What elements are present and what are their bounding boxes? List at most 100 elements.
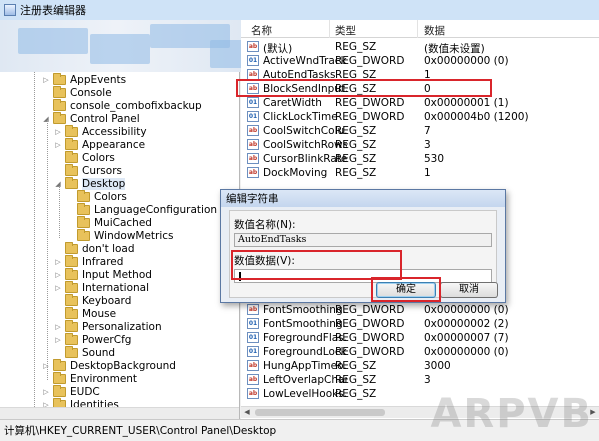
regedit-app-icon: [4, 4, 16, 16]
window-titlebar[interactable]: 注册表编辑器: [0, 0, 599, 20]
cancel-button[interactable]: 取消: [440, 282, 498, 298]
statusbar-path: 计算机\HKEY_CURRENT_USER\Control Panel\Desk…: [4, 425, 277, 437]
tree-item-label: DesktopBackground: [70, 359, 176, 372]
tree-item-label: PowerCfg: [82, 333, 132, 346]
tree-item-label: International: [82, 281, 150, 294]
window-title: 注册表编辑器: [20, 4, 86, 17]
tree-item[interactable]: ▷ Input Method: [54, 267, 152, 281]
tree-item[interactable]: ▷ Personalization: [54, 319, 162, 333]
registry-value-row[interactable]: ab CoolSwitchColu... REG_SZ 7: [241, 124, 599, 138]
tree-item[interactable]: MuiCached: [66, 215, 152, 229]
scroll-thumb[interactable]: [255, 409, 385, 416]
registry-value-row[interactable]: ab DockMoving REG_SZ 1: [241, 166, 599, 180]
tree-item[interactable]: Sound: [54, 345, 116, 359]
expand-arrow-icon[interactable]: ▷: [42, 76, 50, 84]
registry-value-row[interactable]: ab LeftOverlapChars REG_SZ 3: [241, 373, 599, 387]
value-data: 0x00000007 (7): [424, 332, 509, 344]
tree-guide-line: [34, 72, 35, 419]
value-data: 1: [424, 167, 431, 179]
expand-arrow-icon[interactable]: ▷: [54, 336, 62, 344]
tree-item[interactable]: don't load: [54, 241, 135, 255]
column-header-type[interactable]: 类型: [335, 23, 356, 38]
registry-value-row[interactable]: ab (默认) REG_SZ (数值未设置): [241, 40, 599, 55]
expand-arrow-icon[interactable]: ▷: [42, 362, 50, 370]
registry-value-row[interactable]: 01ForegroundLock...REG_DWORD0x00000000 (…: [241, 345, 599, 359]
tree-item[interactable]: Console: [42, 85, 112, 99]
value-data: 0x000004b0 (1200): [424, 111, 529, 123]
tree-item-label: don't load: [82, 242, 135, 255]
tree-item[interactable]: Colors: [66, 189, 127, 203]
column-header-data[interactable]: 数据: [424, 23, 445, 38]
tree-item-label: Control Panel: [70, 112, 140, 125]
expand-arrow-icon[interactable]: ▷: [42, 388, 50, 396]
tree-item[interactable]: ▷ DesktopBackground: [42, 358, 176, 372]
folder-icon: [65, 306, 78, 319]
expand-arrow-icon[interactable]: ▷: [54, 284, 62, 292]
tree-item[interactable]: Colors: [54, 150, 115, 164]
expand-arrow-icon[interactable]: ▷: [54, 271, 62, 279]
registry-value-row[interactable]: 01 ClickLockTime REG_DWORD 0x000004b0 (1200…: [241, 110, 599, 124]
tree-item-label: Environment: [70, 372, 138, 385]
registry-value-row[interactable]: ab HungAppTimeo... REG_SZ 3000: [241, 359, 599, 373]
expand-arrow-icon[interactable]: ▷: [54, 258, 62, 266]
tree-item[interactable]: ◢ Control Panel: [42, 111, 140, 125]
value-type: REG_DWORD: [335, 318, 405, 330]
tree-item[interactable]: Mouse: [54, 306, 116, 320]
folder-icon: [65, 293, 78, 306]
string-value-icon: ab: [247, 153, 259, 164]
tree-item[interactable]: ▷ EUDC: [42, 384, 100, 398]
folder-icon: [53, 98, 66, 111]
registry-value-row[interactable]: ab FontSmoothing... REG_DWORD 0x00000000 (0…: [241, 303, 599, 317]
registry-tree[interactable]: ▷ AppEvents Console console_combofixbackup ◢…: [0, 72, 240, 419]
registry-value-row[interactable]: ab CoolSwitchRows REG_SZ 3: [241, 138, 599, 152]
folder-icon: [65, 163, 78, 176]
registry-value-row[interactable]: 01 ForegroundFlas... REG_DWORD 0x00000007 (…: [241, 331, 599, 345]
registry-value-row[interactable]: 01 CaretWidth REG_DWORD 0x00000001 (1): [241, 96, 599, 110]
expand-arrow-icon[interactable]: ▷: [54, 323, 62, 331]
tree-item[interactable]: ▷ PowerCfg: [54, 332, 132, 346]
tree-item[interactable]: Environment: [42, 371, 138, 385]
expand-arrow-icon[interactable]: ▷: [54, 141, 62, 149]
tree-item-label: Cursors: [82, 164, 122, 177]
registry-value-row[interactable]: 01 FontSmoothing... REG_DWORD 0x00000002 (2…: [241, 317, 599, 331]
tree-item[interactable]: ▷ Accessibility: [54, 124, 147, 138]
tree-horizontal-scrollbar[interactable]: [0, 407, 239, 419]
folder-icon: [77, 228, 90, 241]
value-name-field: AutoEndTasks: [234, 233, 492, 247]
tree-item[interactable]: WindowMetrics: [66, 228, 174, 242]
collapse-arrow-icon[interactable]: ◢: [42, 115, 50, 123]
collapse-arrow-icon[interactable]: ◢: [54, 180, 62, 188]
dialog-titlebar[interactable]: 编辑字符串: [221, 190, 505, 207]
tree-item[interactable]: Cursors: [54, 163, 122, 177]
value-type: REG_DWORD: [335, 55, 405, 67]
dword-value-icon: 01: [247, 111, 259, 122]
value-type: REG_DWORD: [335, 346, 405, 358]
value-type: REG_SZ: [335, 388, 377, 400]
tree-item-label: Sound: [82, 346, 116, 359]
value-type: REG_SZ: [335, 167, 377, 179]
value-name-label: 数值名称(N):: [234, 219, 296, 231]
tree-item[interactable]: ◢ Desktop: [54, 176, 126, 190]
tree-item[interactable]: ▷ AppEvents: [42, 72, 126, 86]
tree-item[interactable]: ▷ Infrared: [54, 254, 123, 268]
tree-item[interactable]: console_combofixbackup: [42, 98, 202, 112]
folder-icon: [77, 202, 90, 215]
registry-value-row[interactable]: 01ActiveWndTrack...REG_DWORD0x00000000 (…: [241, 54, 599, 68]
value-type: REG_DWORD: [335, 304, 405, 316]
tree-item[interactable]: Keyboard: [54, 293, 132, 307]
column-header-name[interactable]: 名称: [251, 23, 272, 38]
string-value-icon: ab: [247, 125, 259, 136]
folder-icon: [77, 189, 90, 202]
tree-item[interactable]: ▷ International: [54, 280, 150, 294]
tree-item-label: Accessibility: [82, 125, 147, 138]
value-type: REG_SZ: [335, 125, 377, 137]
registry-value-row[interactable]: ab CursorBlinkRate REG_SZ 530: [241, 152, 599, 166]
folder-icon: [65, 345, 78, 358]
scroll-left-icon[interactable]: ◀: [241, 407, 253, 418]
tree-item-label: Keyboard: [82, 294, 132, 307]
tree-item[interactable]: ▷ Appearance: [54, 137, 145, 151]
string-value-icon: ab: [247, 374, 259, 385]
tree-item-label: WindowMetrics: [94, 229, 174, 242]
expand-arrow-icon[interactable]: ▷: [54, 128, 62, 136]
tree-item[interactable]: LanguageConfiguration: [66, 202, 217, 216]
